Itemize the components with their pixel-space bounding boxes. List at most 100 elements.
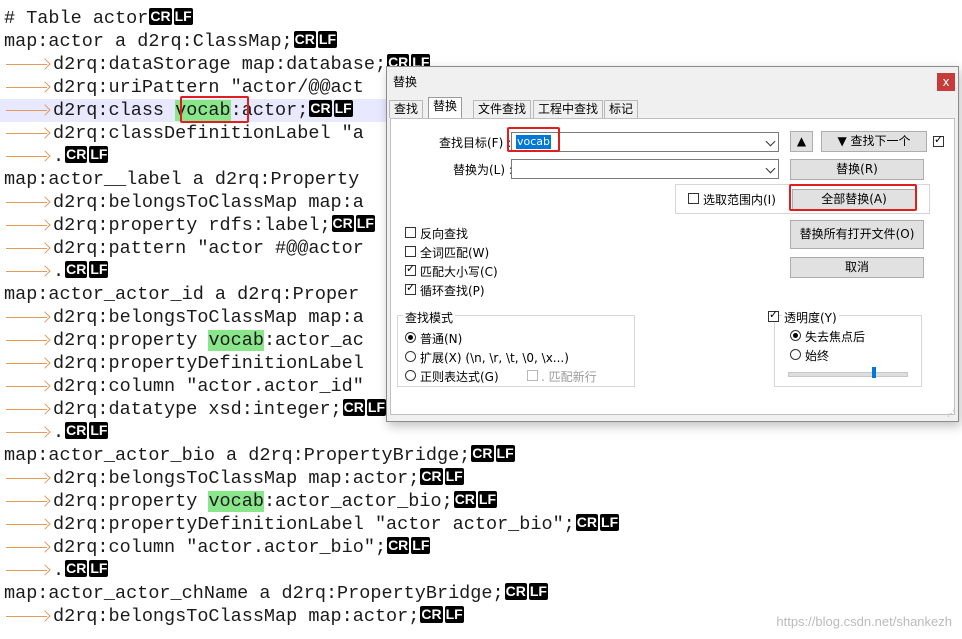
tab-find-in-files[interactable]: 文件查找 (473, 100, 532, 118)
tab-find-in-project[interactable]: 工程中查找 (533, 100, 604, 118)
search-match: vocab (208, 491, 264, 512)
cr-marker: CR (453, 491, 476, 508)
tab-arrow-icon (4, 467, 53, 490)
tab-arrow-icon (4, 398, 53, 421)
cr-marker: CR (65, 261, 88, 278)
code-text: . (53, 422, 65, 443)
tab-arrow-icon (4, 53, 53, 76)
cr-marker: CR (342, 399, 365, 416)
resize-grip-icon[interactable]: ⋰ (947, 409, 955, 418)
code-line: . CR LF (4, 145, 109, 168)
tab-arrow-icon (4, 99, 53, 122)
highlight-box-vocab (180, 96, 249, 123)
code-line: d2rq:propertyDefinitionLabel (4, 352, 364, 375)
code-text: d2rq:property rdfs:label; (53, 215, 331, 236)
highlight-box-replace-all (789, 184, 917, 211)
code-line: d2rq:dataStorage map:database; CR LF (4, 53, 431, 76)
cr-marker: CR (309, 100, 332, 117)
code-text: d2rq:propertyDefinitionLabel "actor acto… (53, 514, 575, 535)
code-line: d2rq:belongsToClassMap map:actor; CR LF (4, 467, 464, 490)
mode-label-1: 扩展(X) (\n, \r, \t, \0, \x...) (420, 351, 569, 365)
tab-find[interactable]: 查找 (389, 100, 424, 118)
option-checkbox-2[interactable] (405, 262, 416, 276)
replace-input[interactable] (511, 159, 779, 179)
code-line: d2rq:belongsToClassMap map:actor; CR LF (4, 605, 464, 628)
dot-newline-checkbox[interactable] (527, 370, 538, 381)
mode-radio-0[interactable] (405, 332, 416, 343)
code-text: d2rq:column "actor.actor_bio"; (53, 537, 387, 558)
tab-arrow-icon (4, 490, 53, 513)
chevron-down-icon[interactable] (765, 163, 776, 174)
replace-in-open-files-button[interactable]: 替换所有打开文件(O) (790, 220, 924, 249)
chevron-down-icon[interactable] (765, 136, 776, 147)
transparency-radio-0[interactable] (790, 330, 801, 341)
cr-marker: CR (420, 468, 443, 485)
find-previous-button[interactable]: ▲ (790, 131, 813, 152)
tab-arrow-icon (4, 76, 53, 99)
code-text: d2rq:pattern "actor #@@actor (53, 238, 364, 259)
replace-panel: 查找目标(F) : vocab ▲ ▼ 查找下一个 替换为(L) : 替换(R)… (390, 118, 955, 415)
lf-marker: LF (89, 422, 109, 439)
replace-button[interactable]: 替换(R) (790, 159, 924, 180)
transparency-slider-thumb[interactable] (872, 367, 876, 378)
code-line: . CR LF (4, 559, 109, 582)
code-line: d2rq:property rdfs:label; CR LF (4, 214, 375, 237)
lf-marker: LF (411, 537, 431, 554)
code-text: d2rq:belongsToClassMap map:actor; (53, 606, 420, 627)
lf-marker: LF (89, 560, 109, 577)
lf-marker: LF (317, 31, 337, 48)
code-text: d2rq:uriPattern "actor/@@act (53, 77, 364, 98)
option-checkbox-0[interactable] (405, 227, 416, 238)
cr-marker: CR (65, 422, 88, 439)
code-text: d2rq:datatype xsd:integer; (53, 399, 342, 420)
tab-arrow-icon (4, 306, 53, 329)
code-text: . (53, 146, 65, 167)
cr-marker: CR (65, 146, 88, 163)
code-line: map:actor_actor_chName a d2rq:PropertyBr… (4, 582, 548, 605)
lf-marker: LF (333, 100, 353, 117)
code-text: d2rq:propertyDefinitionLabel (53, 353, 364, 374)
code-text: map:actor_actor_bio a d2rq:PropertyBridg… (4, 445, 471, 466)
close-button[interactable]: x (937, 73, 955, 91)
transparency-mode-0: 失去焦点后 (805, 330, 866, 344)
code-line: d2rq:datatype xsd:integer; CR LF (4, 398, 386, 421)
tab-arrow-icon (4, 214, 53, 237)
option-checkbox-3[interactable] (405, 281, 416, 295)
code-line: map:actor a d2rq:ClassMap; CR LF (4, 30, 337, 53)
lf-marker: LF (173, 8, 193, 25)
cancel-button[interactable]: 取消 (790, 257, 924, 278)
code-text: d2rq:belongsToClassMap map:a (53, 307, 364, 328)
in-selection-checkbox[interactable] (688, 193, 699, 204)
find-next-checkbox[interactable] (933, 133, 944, 147)
tab-arrow-icon (4, 191, 53, 214)
tab-replace[interactable]: 替换 (428, 97, 463, 119)
dialog-title: 替换 (393, 75, 418, 89)
cr-marker: CR (471, 445, 494, 462)
transparency-slider[interactable] (788, 372, 908, 377)
code-line: d2rq:pattern "actor #@@actor (4, 237, 364, 260)
code-text: d2rq:class (53, 100, 176, 121)
code-line: map:actor_actor_bio a d2rq:PropertyBridg… (4, 444, 515, 467)
tab-mark[interactable]: 标记 (604, 100, 639, 118)
dialog-tabs: 查找 替换 文件查找 工程中查找 标记 (387, 97, 958, 119)
lf-marker: LF (444, 606, 464, 623)
lf-marker: LF (355, 215, 375, 232)
code-text: d2rq:property (53, 491, 209, 512)
cr-marker: CR (387, 537, 410, 554)
mode-radio-1[interactable] (405, 351, 416, 362)
mode-radio-2[interactable] (405, 370, 416, 381)
transparency-mode-1: 始终 (805, 349, 830, 363)
option-checkbox-1[interactable] (405, 246, 416, 257)
cr-marker: CR (420, 606, 443, 623)
tab-arrow-icon (4, 536, 53, 559)
code-text: . (53, 261, 65, 282)
transparency-checkbox[interactable] (768, 308, 779, 322)
mode-label-2: 正则表达式(G) (420, 370, 499, 384)
cr-marker: CR (575, 514, 599, 531)
find-next-button[interactable]: ▼ 查找下一个 (821, 131, 927, 152)
transparency-radio-1[interactable] (790, 349, 801, 360)
code-line: map:actor_actor_id a d2rq:Proper (4, 283, 359, 306)
cr-marker: CR (504, 583, 527, 600)
tab-arrow-icon (4, 421, 53, 444)
tab-arrow-icon (4, 145, 53, 168)
